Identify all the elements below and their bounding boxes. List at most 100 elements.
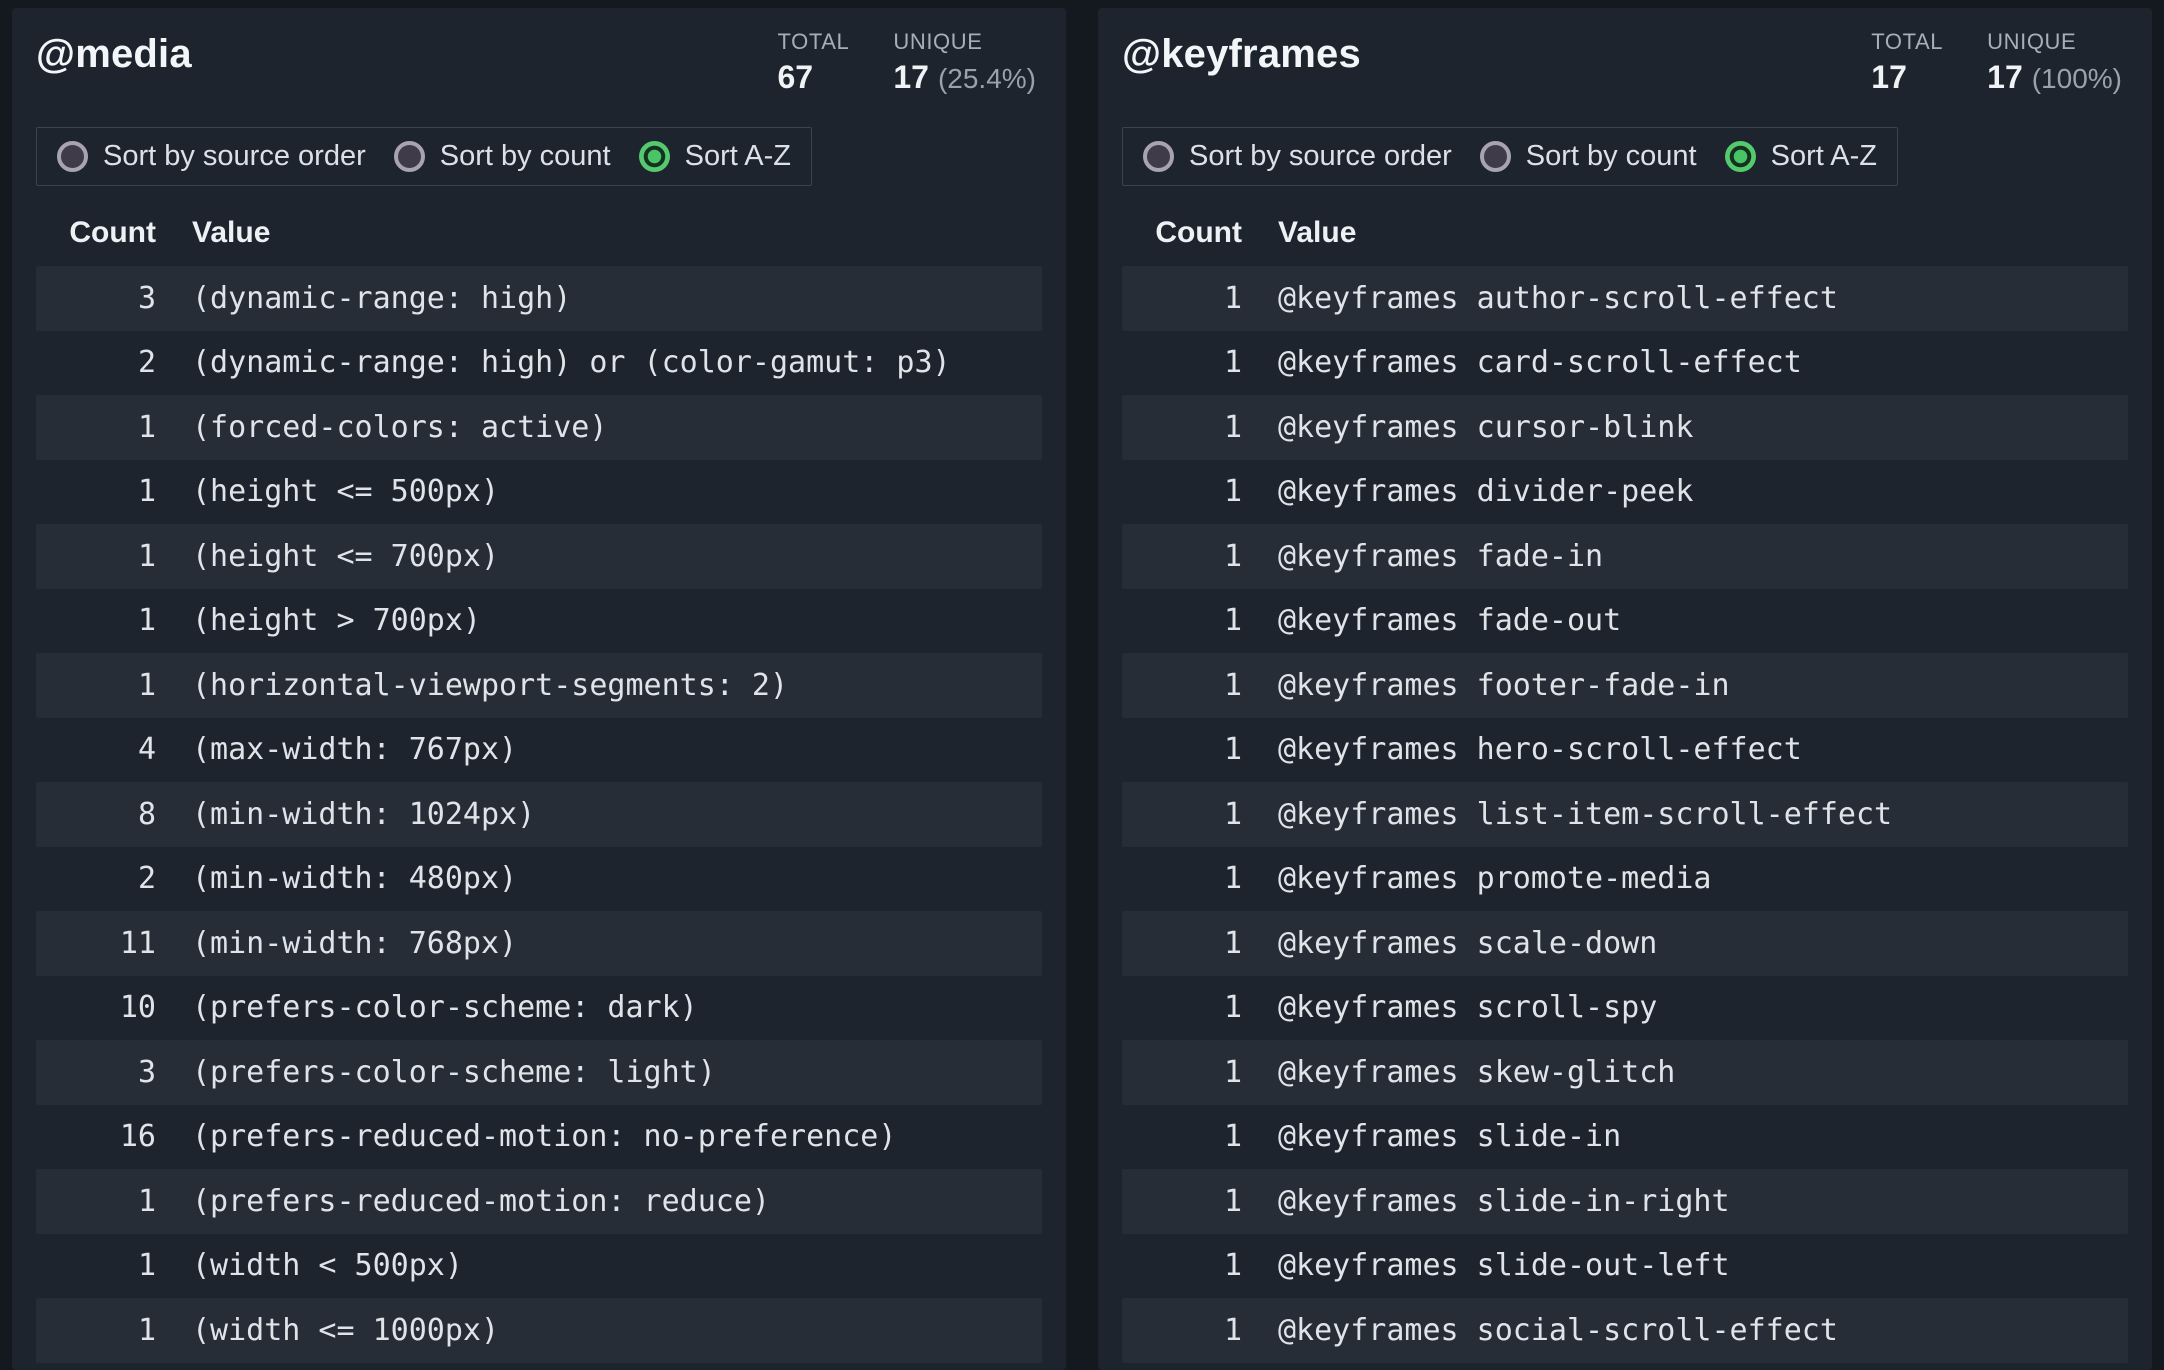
sort-option-label: Sort by source order: [1189, 140, 1452, 173]
value-cell: (height > 700px): [192, 603, 481, 638]
column-header-value: Value: [1278, 216, 1356, 250]
panel-header: @keyframes TOTAL 17 UNIQUE 17 (100%): [1098, 8, 2152, 93]
radio-icon[interactable]: [57, 141, 88, 172]
value-cell: @keyframes social-scroll-effect: [1278, 1313, 1838, 1348]
count-cell: 11: [36, 926, 156, 961]
value-cell: (dynamic-range: high) or (color-gamut: p…: [192, 345, 951, 380]
table-row: 1 (horizontal-viewport-segments: 2): [36, 653, 1042, 718]
count-cell: 1: [36, 1313, 156, 1348]
count-cell: 1: [1122, 281, 1242, 316]
total-stat: TOTAL 17: [1871, 30, 1943, 93]
count-cell: 1: [36, 603, 156, 638]
sort-control: Sort by source order Sort by count Sort …: [36, 127, 812, 186]
table-row: 1 @keyframes author-scroll-effect: [1122, 266, 2128, 331]
table-row: 2 (min-width: 480px): [36, 847, 1042, 912]
count-cell: 3: [36, 1055, 156, 1090]
table-row: 1 (height > 700px): [36, 589, 1042, 654]
total-label: TOTAL: [1871, 30, 1943, 54]
table-row: 1 @keyframes slide-in: [1122, 1105, 2128, 1170]
value-cell: @keyframes hero-scroll-effect: [1278, 732, 1802, 767]
table-row: 1 @keyframes scroll-spy: [1122, 976, 2128, 1041]
sort-option-label: Sort by count: [440, 140, 611, 173]
table-row: 1 @keyframes fade-out: [1122, 589, 2128, 654]
table-row: 11 (min-width: 768px): [36, 911, 1042, 976]
table-row: 3 (dynamic-range: high): [36, 266, 1042, 331]
value-cell: (prefers-color-scheme: light): [192, 1055, 716, 1090]
count-cell: 16: [36, 1119, 156, 1154]
value-cell: @keyframes card-scroll-effect: [1278, 345, 1802, 380]
panel-title: @keyframes: [1122, 30, 1361, 78]
value-cell: (dynamic-range: high): [192, 281, 571, 316]
value-cell: (prefers-color-scheme: dark): [192, 990, 698, 1025]
count-cell: 1: [36, 539, 156, 574]
radio-icon[interactable]: [639, 141, 670, 172]
values-table: Count Value 1 @keyframes author-scroll-e…: [1122, 208, 2128, 1363]
count-cell: 1: [36, 1184, 156, 1219]
radio-icon[interactable]: [1480, 141, 1511, 172]
keyframes-panel: @keyframes TOTAL 17 UNIQUE 17 (100%): [1098, 8, 2152, 1370]
panel-title: @media: [36, 30, 192, 78]
table-row: 1 (height <= 700px): [36, 524, 1042, 589]
count-cell: 1: [36, 474, 156, 509]
count-cell: 1: [36, 668, 156, 703]
value-cell: (min-width: 1024px): [192, 797, 535, 832]
sort-option-az[interactable]: Sort A-Z: [639, 140, 791, 173]
table-row: 1 @keyframes hero-scroll-effect: [1122, 718, 2128, 783]
count-cell: 1: [1122, 410, 1242, 445]
count-cell: 4: [36, 732, 156, 767]
count-cell: 1: [1122, 539, 1242, 574]
count-cell: 1: [36, 410, 156, 445]
unique-value: 17: [893, 61, 929, 93]
count-cell: 1: [1122, 668, 1242, 703]
sort-option-source-order[interactable]: Sort by source order: [1143, 140, 1452, 173]
value-cell: (min-width: 480px): [192, 861, 517, 896]
value-cell: @keyframes scale-down: [1278, 926, 1657, 961]
value-cell: @keyframes slide-in-right: [1278, 1184, 1730, 1219]
radio-icon[interactable]: [1143, 141, 1174, 172]
table-body: 1 @keyframes author-scroll-effect 1 @key…: [1122, 266, 2128, 1363]
value-cell: (width < 500px): [192, 1248, 463, 1283]
count-cell: 1: [1122, 1119, 1242, 1154]
sort-option-label: Sort A-Z: [685, 140, 791, 173]
values-table: Count Value 3 (dynamic-range: high) 2 (d…: [36, 208, 1042, 1363]
value-cell: (prefers-reduced-motion: no-preference): [192, 1119, 896, 1154]
radio-icon[interactable]: [394, 141, 425, 172]
radio-icon[interactable]: [1725, 141, 1756, 172]
value-cell: @keyframes fade-out: [1278, 603, 1621, 638]
table-row: 4 (max-width: 767px): [36, 718, 1042, 783]
stats-block: TOTAL 67 UNIQUE 17 (25.4%): [777, 30, 1036, 93]
panel-header: @media TOTAL 67 UNIQUE 17 (25.4%): [12, 8, 1066, 93]
sort-option-count[interactable]: Sort by count: [394, 140, 611, 173]
sort-option-count[interactable]: Sort by count: [1480, 140, 1697, 173]
count-cell: 8: [36, 797, 156, 832]
total-value: 17: [1871, 61, 1907, 93]
unique-stat: UNIQUE 17 (25.4%): [893, 30, 1036, 93]
count-cell: 1: [1122, 732, 1242, 767]
count-cell: 1: [1122, 990, 1242, 1025]
value-cell: @keyframes footer-fade-in: [1278, 668, 1730, 703]
value-cell: (prefers-reduced-motion: reduce): [192, 1184, 770, 1219]
count-cell: 1: [1122, 797, 1242, 832]
value-cell: (max-width: 767px): [192, 732, 517, 767]
table-row: 1 @keyframes social-scroll-effect: [1122, 1298, 2128, 1363]
sort-option-az[interactable]: Sort A-Z: [1725, 140, 1877, 173]
value-cell: @keyframes skew-glitch: [1278, 1055, 1675, 1090]
atmedia-panel: @media TOTAL 67 UNIQUE 17 (25.4%): [12, 8, 1066, 1370]
value-cell: (width <= 1000px): [192, 1313, 499, 1348]
count-cell: 1: [1122, 474, 1242, 509]
table-row: 1 @keyframes footer-fade-in: [1122, 653, 2128, 718]
count-cell: 1: [1122, 603, 1242, 638]
sort-option-source-order[interactable]: Sort by source order: [57, 140, 366, 173]
table-row: 1 (width <= 1000px): [36, 1298, 1042, 1363]
table-row: 3 (prefers-color-scheme: light): [36, 1040, 1042, 1105]
table-row: 1 @keyframes scale-down: [1122, 911, 2128, 976]
table-row: 1 (forced-colors: active): [36, 395, 1042, 460]
table-row: 1 @keyframes card-scroll-effect: [1122, 331, 2128, 396]
count-cell: 3: [36, 281, 156, 316]
column-header-count: Count: [36, 216, 156, 250]
table-row: 1 @keyframes slide-in-right: [1122, 1169, 2128, 1234]
table-body: 3 (dynamic-range: high) 2 (dynamic-range…: [36, 266, 1042, 1363]
table-row: 1 @keyframes promote-media: [1122, 847, 2128, 912]
column-header-count: Count: [1122, 216, 1242, 250]
count-cell: 2: [36, 345, 156, 380]
